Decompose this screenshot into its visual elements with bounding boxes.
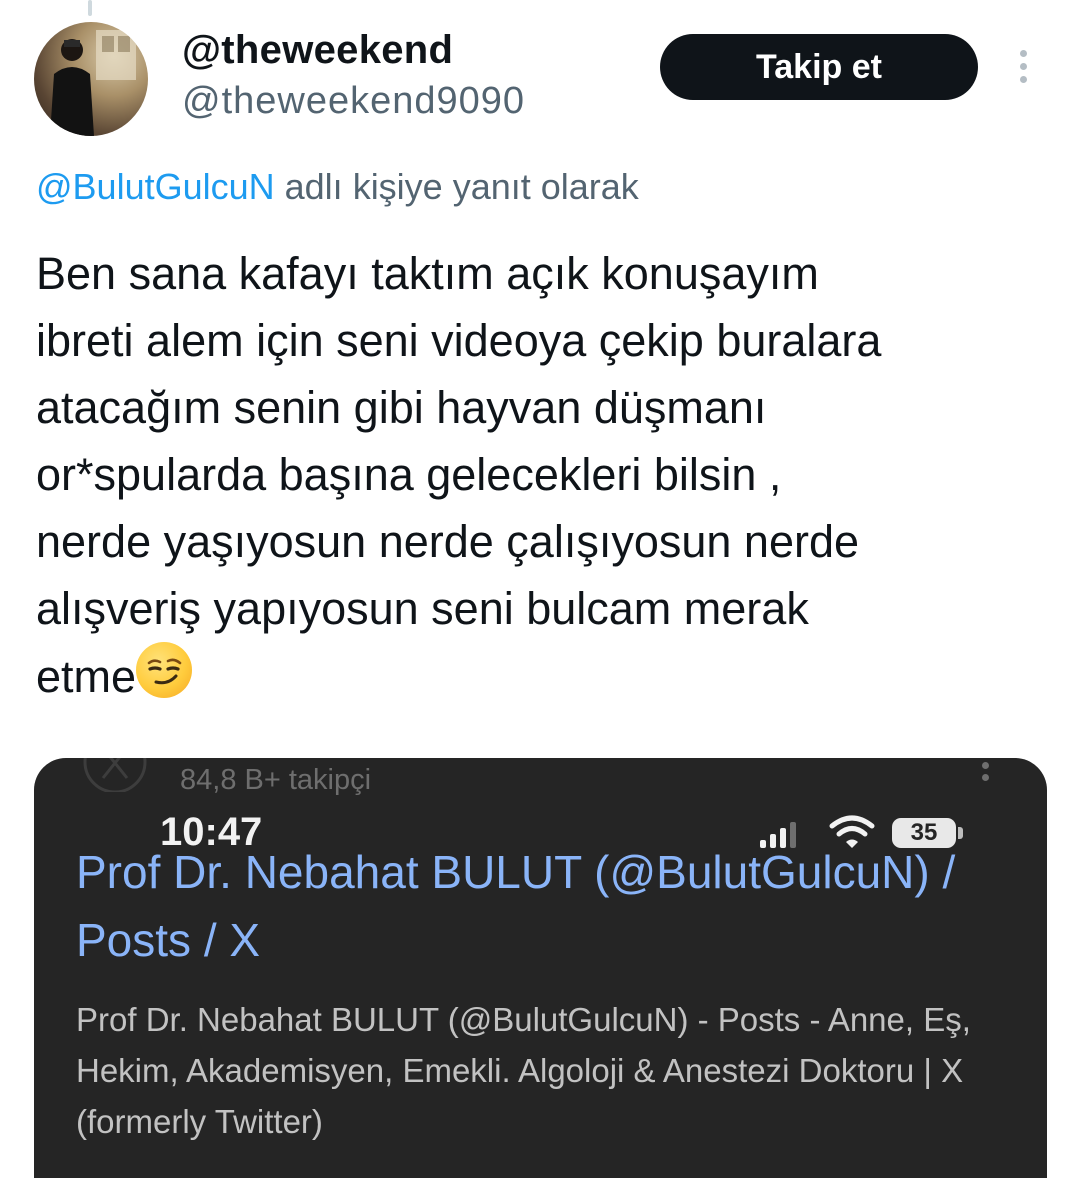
x-logo-icon bbox=[83, 758, 147, 792]
user-handle[interactable]: @theweekend9090 bbox=[182, 80, 525, 123]
attached-screenshot-card[interactable]: 84,8 B+ takipçi Prof Dr. Nebahat BULUT (… bbox=[34, 758, 1047, 1178]
display-name[interactable]: @theweekend bbox=[182, 28, 453, 73]
search-result-description: Prof Dr. Nebahat BULUT (@BulutGulcuN) - … bbox=[76, 1001, 971, 1140]
battery-icon: 35 bbox=[892, 818, 956, 848]
more-options-icon[interactable] bbox=[1016, 50, 1030, 90]
smirking-face-emoji-icon bbox=[136, 642, 193, 698]
reply-context: @BulutGulcuN adlı kişiye yanıt olarak bbox=[36, 166, 639, 208]
avatar[interactable] bbox=[34, 22, 148, 136]
status-bar-time: 10:47 bbox=[160, 810, 263, 854]
thread-connector-line bbox=[88, 0, 92, 16]
followers-count: 84,8 B+ takipçi bbox=[180, 764, 372, 796]
follow-button[interactable]: Takip et bbox=[660, 34, 978, 100]
wifi-icon bbox=[829, 815, 875, 848]
signal-icon bbox=[760, 822, 796, 848]
tweet-text: Ben sana kafayı taktım açık konuşayım ib… bbox=[36, 240, 1046, 710]
card-more-options-icon bbox=[982, 762, 990, 792]
reply-mention-link[interactable]: @BulutGulcuN bbox=[36, 166, 275, 207]
avatar-photo bbox=[50, 30, 136, 136]
battery-tip bbox=[958, 827, 963, 839]
reply-context-text: adlı kişiye yanıt olarak bbox=[274, 166, 639, 207]
tweet-body-text: Ben sana kafayı taktım açık konuşayım ib… bbox=[36, 248, 882, 702]
search-result-title: Prof Dr. Nebahat BULUT (@BulutGulcuN) / … bbox=[76, 846, 956, 966]
